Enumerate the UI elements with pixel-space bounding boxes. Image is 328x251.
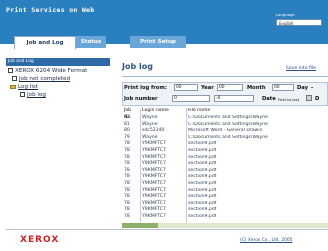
month-label: Month — [247, 85, 266, 91]
language-select[interactable]: English — [276, 19, 322, 26]
range-dash: - — [311, 85, 314, 91]
cell-file-name: Microsoft Word - General Drawin — [188, 128, 263, 134]
table-row[interactable]: 80 sdc52140 Microsoft Word - General Drawi… — [122, 128, 328, 135]
cell-job-no: 78 — [124, 181, 130, 186]
cell-file-name: section9.pdf — [188, 200, 217, 206]
page-title: Job log — [122, 62, 153, 71]
table-header-row: Job No. Login name File name — [122, 108, 328, 120]
cell-file-name: C:\Documents and Settings\Wayne — [188, 134, 268, 140]
job-number-to-input[interactable]: -0 — [214, 95, 254, 102]
printer-icon — [8, 68, 13, 73]
cell-job-no: 78 — [124, 194, 130, 200]
cell-file-name: section9.pdf — [188, 167, 217, 173]
date-order-dropdown[interactable] — [306, 95, 312, 101]
cell-file-name: C:\Documents and Settings\Wayne — [188, 115, 268, 120]
title-divider — [122, 76, 328, 77]
tab-print-setup[interactable]: Print Setup — [130, 36, 186, 48]
date-label: Date — [262, 96, 276, 102]
cell-file-name: section9.pdf — [188, 141, 217, 147]
sidebar-item-label: Job log — [27, 92, 46, 98]
cell-login-name: Y9KMFTC7 — [142, 148, 166, 153]
sidebar-item-job-not-completed[interactable]: Job not completed — [12, 76, 70, 82]
tab-job-and-log[interactable]: Job and Log — [14, 36, 76, 49]
year-label: Year — [201, 85, 214, 91]
sidebar-item-printer[interactable]: XEROX 6204 Wide Format — [8, 68, 87, 74]
copyright-link[interactable]: (C) Xerox Co., Ltd. 2005 — [240, 238, 292, 243]
job-number-label: Job number — [124, 96, 158, 102]
print-log-from-label: Print log from: — [124, 85, 167, 91]
cell-login-name: Y9KMFTC7 — [142, 181, 166, 186]
cell-job-no: 78 — [124, 161, 130, 167]
month-from-input[interactable]: 00 — [217, 84, 243, 91]
column-header-login-name: Login name — [142, 108, 169, 113]
cell-job-no: 78 — [124, 207, 130, 213]
job-number-from-input[interactable]: 0 — [172, 95, 210, 102]
cell-file-name: section9.pdf — [188, 194, 217, 200]
document-icon — [20, 92, 25, 97]
save-into-file-link[interactable]: Save into file — [286, 66, 316, 71]
cell-file-name: section9.pdf — [188, 154, 217, 160]
sidebar-item-log-list[interactable]: Log list — [10, 84, 38, 90]
cell-file-name: section9.pdf — [188, 148, 217, 153]
cell-file-name: section9.pdf — [188, 214, 217, 219]
cell-job-no: 78 — [124, 148, 130, 153]
app-title: Print Services on Web — [6, 6, 95, 14]
date-order-letter: D — [315, 96, 320, 102]
tab-status[interactable]: Status — [76, 36, 106, 48]
table-row[interactable]: 78 Y9KMFTC7 section9.pdf — [122, 141, 328, 148]
table-row[interactable]: 78 Y9KMFTC7 section9.pdf — [122, 194, 328, 201]
cell-file-name: section9.pdf — [188, 174, 217, 180]
cell-job-no: 80 — [124, 128, 130, 134]
job-log-table: Job No. Login name File name 82 Wayne C:\D… — [122, 108, 328, 222]
table-row[interactable]: 78 Y9KMFTC7 section9.pdf — [122, 174, 328, 181]
job-number-to-value: 0 — [217, 96, 221, 101]
cell-file-name: C:\Documents and Settings\Wayne — [188, 121, 268, 127]
table-row[interactable]: 78 Y9KMFTC7 section9.pdf — [122, 161, 328, 168]
table-row[interactable]: 78 Y9KMFTC7 section9.pdf — [122, 207, 328, 214]
cell-job-no: 78 — [124, 214, 130, 219]
language-label: Language — [276, 12, 295, 17]
footer-divider — [6, 229, 328, 230]
xerox-logo: XEROX — [20, 235, 60, 245]
sidebar-item-label: XEROX 6204 Wide Format — [15, 68, 88, 74]
cell-file-name: section9.pdf — [188, 181, 217, 186]
cell-file-name: section9.pdf — [188, 207, 217, 213]
cell-login-name: Y9KMFTC7 — [142, 174, 166, 180]
column-header-file-name: File name — [188, 108, 211, 113]
table-row[interactable]: 78 Y9KMFTC7 section9.pdf — [122, 181, 328, 188]
day-from-input[interactable]: 00 — [272, 84, 294, 91]
sidebar-item-label: Job not completed — [19, 76, 71, 82]
folder-icon — [10, 84, 16, 89]
cell-login-name: Y9KMFTC7 — [142, 194, 166, 200]
sidebar-item-label: Log list — [18, 84, 38, 90]
cell-job-no: 82 — [124, 115, 130, 120]
table-row[interactable]: 78 Y9KMFTC7 section9.pdf — [122, 148, 328, 155]
day-label: Day — [297, 85, 309, 91]
cell-login-name: Y9KMFTC7 — [142, 161, 166, 167]
cell-file-name: section9.pdf — [188, 187, 217, 193]
cell-login-name: sdc52140 — [142, 128, 165, 134]
date-order-option[interactable]: First to last — [278, 97, 299, 102]
sidebar-header: Job and Log — [6, 58, 110, 66]
table-row[interactable]: 78 Y9KMFTC7 section9.pdf — [122, 214, 328, 221]
cell-login-name: Y9KMFTC7 — [142, 141, 166, 147]
document-icon — [12, 76, 17, 81]
year-from-input[interactable]: 00 — [174, 84, 198, 91]
cell-login-name: Y9KMFTC7 — [142, 214, 166, 219]
cell-file-name: section9.pdf — [188, 161, 217, 167]
cell-login-name: Y9KMFTC7 — [142, 207, 166, 213]
table-row[interactable]: 82 Wayne C:\Documents and Settings\Wayne — [122, 115, 328, 122]
sidebar-item-job-log[interactable]: Job log — [20, 92, 46, 98]
scrollbar-thumb[interactable] — [122, 223, 158, 228]
cell-login-name: Wayne — [142, 115, 158, 120]
cell-job-no: 78 — [124, 174, 130, 180]
cell-job-no: 78 — [124, 141, 130, 147]
